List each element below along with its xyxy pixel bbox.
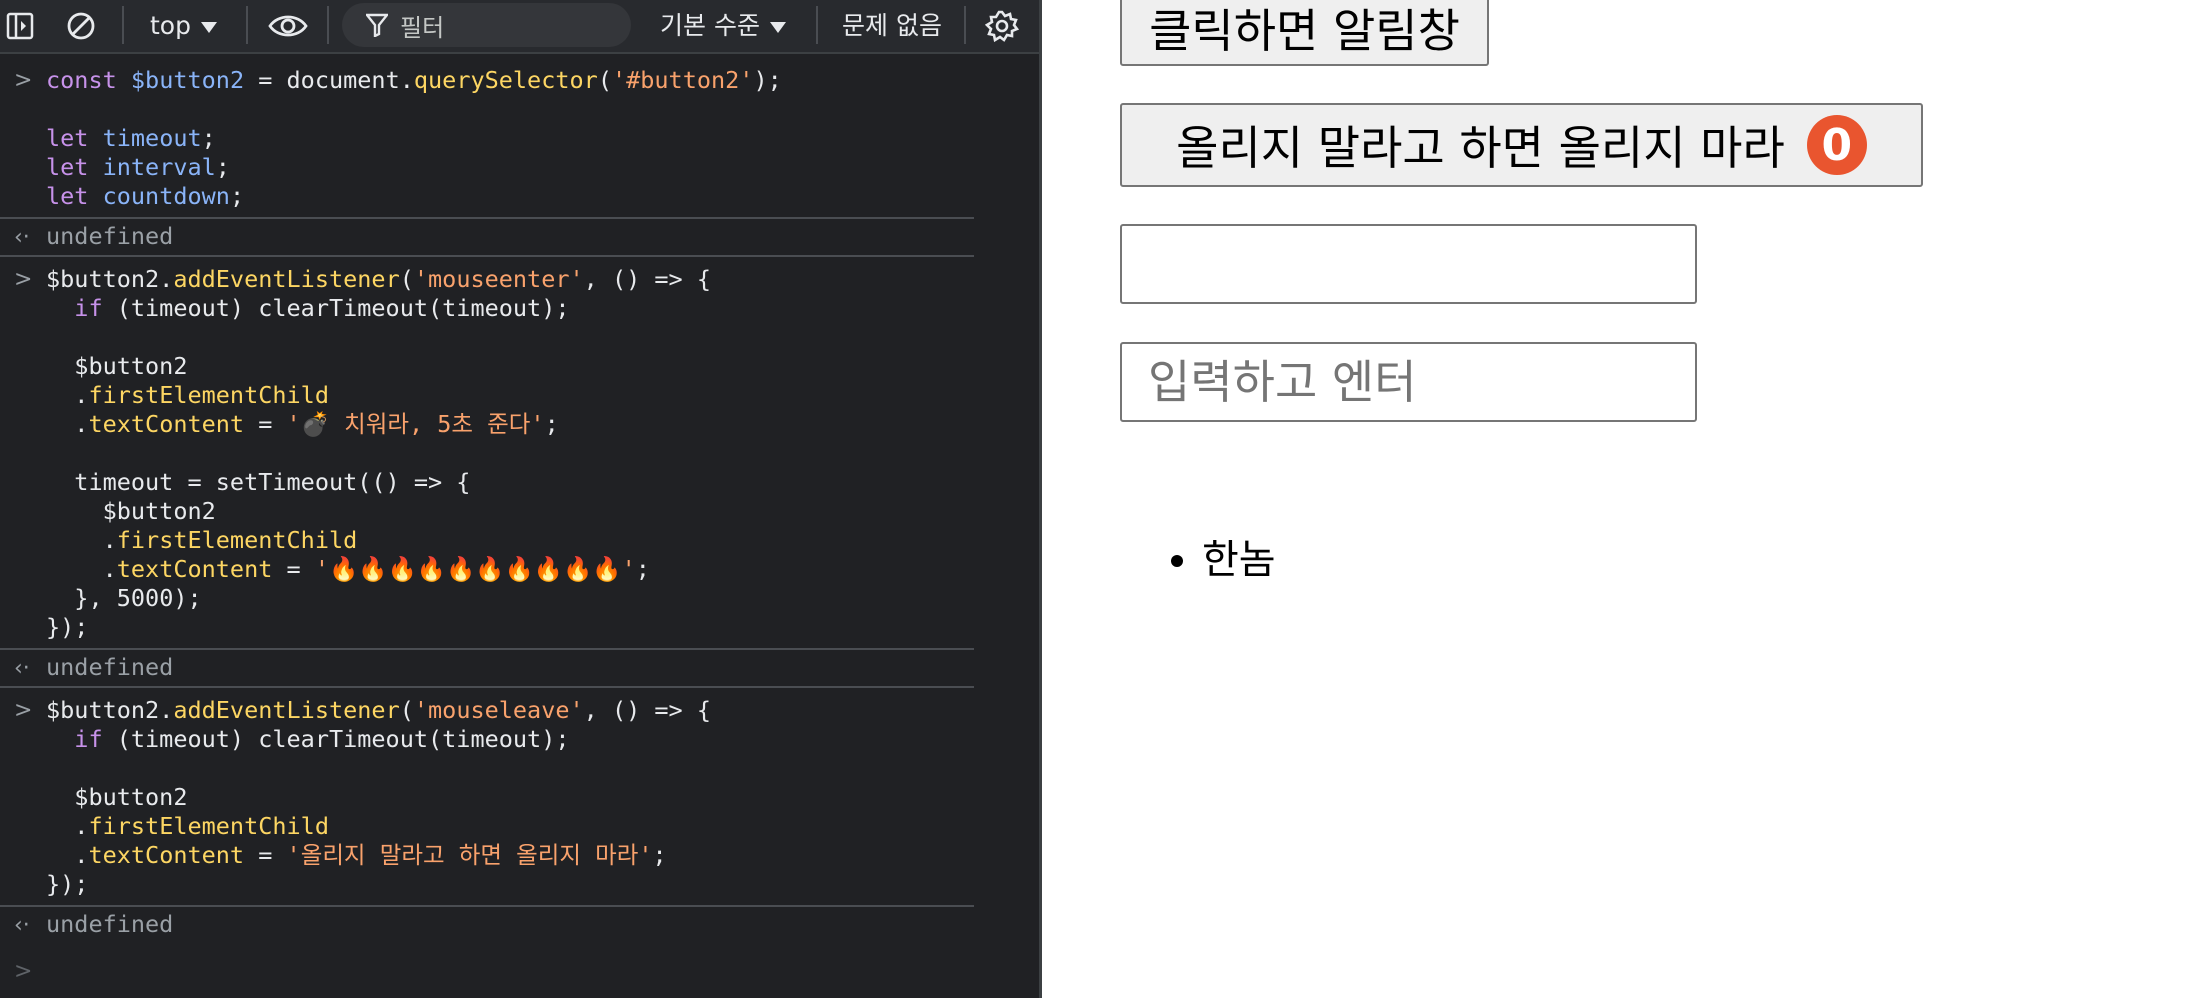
input-prompt-chevron-icon: > (14, 698, 33, 723)
console-result-entry: ‹· undefined (0, 650, 974, 686)
countdown-badge: 0 (1806, 115, 1867, 175)
toolbar-divider (816, 6, 818, 44)
console-code-block[interactable]: $button2.addEventListener('mouseenter', … (46, 265, 974, 642)
chevron-down-icon (200, 21, 217, 33)
sidebar-toggle-icon[interactable] (2, 8, 38, 44)
dont-hover-button[interactable]: 올리지 말라고 하면 올리지 마라 0 (1120, 103, 1923, 187)
clear-console-icon[interactable] (63, 8, 99, 44)
console-code-block[interactable]: const $button2 = document.querySelector(… (46, 66, 974, 211)
console-result-entry: ‹· undefined (0, 219, 974, 255)
console-code-block[interactable]: $button2.addEventListener('mouseleave', … (46, 696, 974, 899)
toolbar-divider (964, 6, 966, 44)
settings-gear-icon[interactable] (984, 8, 1020, 44)
toolbar-divider (246, 6, 248, 44)
alert-button-label: 클릭하면 알림창 (1149, 3, 1460, 58)
console-input-entry: > $button2.addEventListener('mouseenter'… (0, 257, 974, 642)
result-arrow-icon: ‹· (14, 656, 30, 681)
live-expression-eye-icon[interactable] (266, 8, 310, 44)
list-item: 한놈 (1202, 530, 1276, 590)
console-result: undefined (46, 653, 174, 681)
context-selector[interactable]: top (150, 8, 217, 44)
alert-button[interactable]: 클릭하면 알림창 (1120, 0, 1489, 66)
dont-hover-button-label: 올리지 말라고 하면 올리지 마라 (1176, 121, 1785, 175)
toolbar-divider (327, 6, 329, 44)
log-levels-label: 기본 수준 (660, 11, 760, 40)
result-arrow-icon: ‹· (14, 225, 30, 250)
web-page: 클릭하면 알림창 올리지 말라고 하면 올리지 마라 0 한놈 (1042, 0, 2200, 998)
text-input[interactable] (1120, 224, 1697, 304)
input-prompt-chevron-icon: > (14, 267, 33, 292)
console-result-entry: ‹· undefined (0, 907, 974, 943)
filter-icon (366, 13, 388, 37)
chevron-down-icon (769, 21, 786, 33)
console-input-entry: > $button2.addEventListener('mouseleave'… (0, 688, 974, 899)
filter-placeholder: 필터 (400, 13, 445, 42)
item-list: 한놈 (1162, 530, 1276, 590)
input-prompt-chevron-icon: > (14, 68, 33, 93)
devtools-panel: top 필터 기본 수준 문제 없음 > const $button2 = do… (0, 0, 1042, 998)
console-prompt-line[interactable]: > (0, 943, 974, 997)
console-input-entry: > const $button2 = document.querySelecto… (0, 54, 974, 211)
filter-input[interactable]: 필터 (342, 3, 631, 47)
console-toolbar: top 필터 기본 수준 문제 없음 (0, 0, 1039, 54)
result-arrow-icon: ‹· (14, 913, 30, 938)
input-prompt-chevron-icon: > (14, 959, 33, 984)
issues-counter[interactable]: 문제 없음 (842, 8, 942, 44)
console-result: undefined (46, 910, 174, 938)
console-result: undefined (46, 222, 174, 250)
toolbar-divider (122, 6, 124, 44)
log-levels-dropdown[interactable]: 기본 수준 (660, 8, 786, 44)
context-label: top (150, 11, 191, 40)
enter-input[interactable] (1120, 342, 1697, 422)
console-output: > const $button2 = document.querySelecto… (0, 54, 974, 997)
